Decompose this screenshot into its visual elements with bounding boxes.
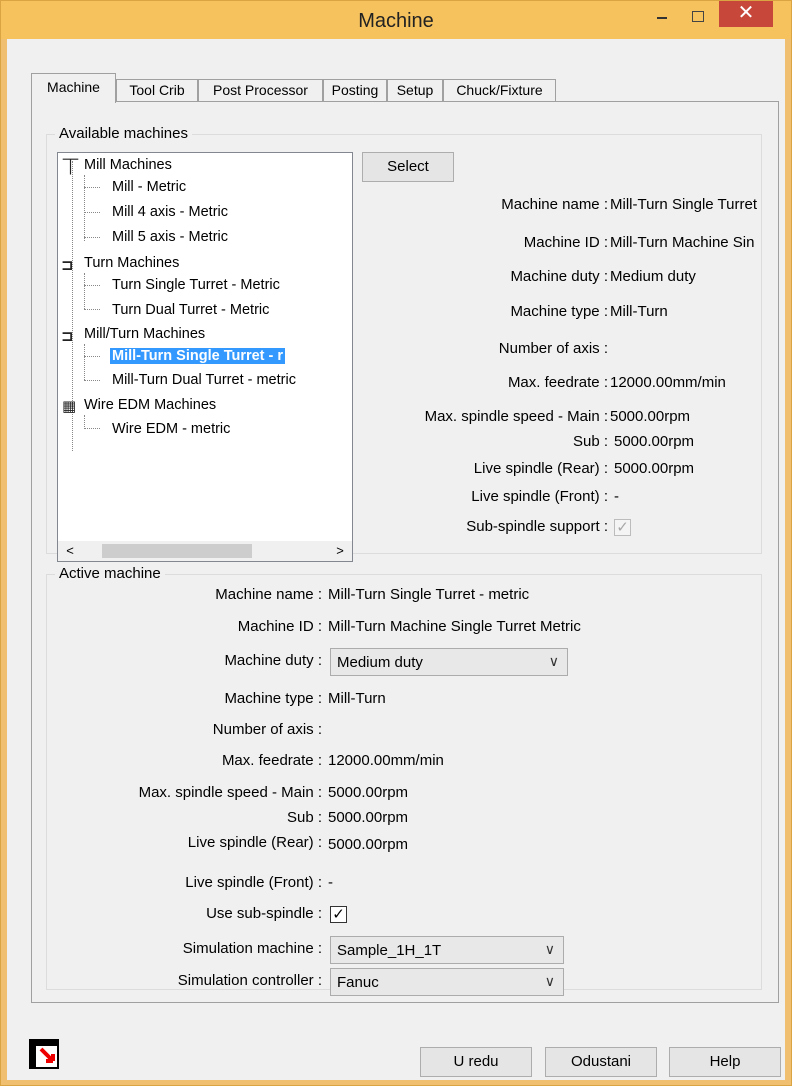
active-machine-name-key: Machine name : (215, 586, 322, 603)
avail-machine-type-key: Machine type : (510, 303, 608, 320)
scroll-left-icon[interactable]: < (60, 541, 80, 561)
active-machine-type-key: Machine type : (224, 690, 322, 707)
chevron-down-icon: ∨ (544, 941, 555, 957)
avail-spindle-main-value: 5000.00rpm (610, 408, 691, 425)
maximize-button[interactable] (685, 7, 711, 33)
tree-item[interactable]: Wire EDM - metric (112, 421, 230, 437)
sim-controller-key: Simulation controller : (177, 972, 322, 989)
avail-machine-id-key: Machine ID : (523, 234, 608, 251)
machine-settings-icon[interactable] (29, 1039, 59, 1069)
use-sub-spindle-key: Use sub-spindle : (206, 905, 322, 922)
active-live-rear-value: 5000.00rpm (328, 836, 409, 853)
active-live-front-key: Live spindle (Front) : (185, 874, 322, 891)
avail-machine-name-key: Machine name : (501, 196, 608, 213)
tree-item[interactable]: Turn Single Turret - Metric (112, 277, 280, 293)
select-button[interactable]: Select (362, 152, 454, 182)
sim-machine-key: Simulation machine : (182, 940, 322, 957)
help-button[interactable]: Help (669, 1047, 781, 1077)
avail-spindle-main-key: Max. spindle speed - Main : (424, 408, 608, 425)
active-spindle-main-value: 5000.00rpm (328, 784, 409, 801)
title-bar[interactable]: Machine ✕ (1, 1, 791, 39)
mill-machine-icon: ⏉ (63, 159, 79, 176)
tree-item[interactable]: Turn Dual Turret - Metric (112, 302, 269, 318)
chevron-down-icon: ∨ (548, 653, 559, 669)
available-machines-label: Available machines (55, 125, 192, 142)
turn-machine-icon: ⊐ (61, 257, 74, 274)
avail-spindle-sub-value: 5000.00rpm (614, 433, 695, 450)
avail-machine-id-value: Mill-Turn Machine Sin (610, 234, 755, 251)
avail-sub-support-key: Sub-spindle support : (466, 518, 608, 535)
tree-item-selected[interactable]: Mill-Turn Single Turret - r (110, 348, 286, 364)
machine-dialog: Machine ✕ Machine Tool Crib Post Process… (0, 0, 792, 1086)
sub-spindle-support-checkbox: ✓ (614, 519, 631, 536)
tree-group-millturn[interactable]: Mill/Turn Machines (84, 326, 205, 342)
use-sub-spindle-checkbox[interactable]: ✓ (330, 906, 347, 923)
active-live-front-value: - (328, 874, 333, 891)
tab-chuck-fixture[interactable]: Chuck/Fixture (443, 79, 556, 103)
active-machine-id-value: Mill-Turn Machine Single Turret Metric (328, 618, 581, 635)
minimize-icon (657, 17, 667, 19)
tree-item[interactable]: Mill - Metric (112, 179, 186, 195)
avail-machine-duty-key: Machine duty : (510, 268, 608, 285)
tree-item[interactable]: Mill-Turn Dual Turret - metric (112, 372, 296, 388)
tree-horizontal-scrollbar[interactable]: < > (58, 541, 352, 561)
minimize-button[interactable] (649, 7, 675, 33)
active-max-feedrate-key: Max. feedrate : (221, 752, 322, 769)
simulation-machine-dropdown[interactable]: Sample_1H_1T ∨ (330, 936, 564, 964)
active-live-rear-key: Live spindle (Rear) : (187, 834, 322, 851)
avail-max-feedrate-value: 12000.00mm/min (610, 374, 726, 391)
active-max-feedrate-value: 12000.00mm/min (328, 752, 444, 769)
tab-posting[interactable]: Posting (323, 79, 387, 103)
maximize-icon (692, 11, 704, 22)
avail-machine-duty-value: Medium duty (610, 268, 696, 285)
machine-duty-dropdown[interactable]: Medium duty ∨ (330, 648, 568, 676)
active-num-axis-key: Number of axis : (212, 721, 322, 738)
active-machine-id-key: Machine ID : (237, 618, 322, 635)
tree-group-wire-edm[interactable]: Wire EDM Machines (84, 397, 216, 413)
tree-item[interactable]: Mill 5 axis - Metric (112, 229, 228, 245)
active-spindle-sub-value: 5000.00rpm (328, 809, 409, 826)
wire-edm-machine-icon: ▦ (62, 398, 77, 415)
avail-machine-name-value: Mill-Turn Single Turret (610, 196, 757, 213)
chevron-down-icon: ∨ (544, 973, 555, 989)
tab-machine[interactable]: Machine (31, 73, 116, 103)
avail-machine-type-value: Mill-Turn (610, 303, 668, 320)
active-machine-duty-key: Machine duty : (224, 652, 322, 669)
avail-live-front-key: Live spindle (Front) : (471, 488, 608, 505)
scroll-right-icon[interactable]: > (330, 541, 350, 561)
tab-setup[interactable]: Setup (387, 79, 443, 103)
dialog-client: Machine Tool Crib Post Processor Posting… (7, 39, 785, 1080)
tree-group-mill[interactable]: Mill Machines (84, 157, 172, 173)
active-machine-label: Active machine (55, 565, 165, 582)
machine-tree[interactable]: ⏉ Mill Machines Mill - Metric Mill 4 axi… (57, 152, 353, 562)
tree-group-turn[interactable]: Turn Machines (84, 255, 179, 271)
active-machine-type-value: Mill-Turn (328, 690, 386, 707)
avail-live-rear-value: 5000.00rpm (614, 460, 695, 477)
avail-spindle-sub-key: Sub : (572, 433, 608, 450)
active-spindle-sub-key: Sub : (286, 809, 322, 826)
tab-panel: Available machines ⏉ Mill Machines Mill … (31, 101, 779, 1003)
avail-num-axis-key: Number of axis : (498, 340, 608, 357)
close-icon: ✕ (737, 2, 755, 24)
avail-max-feedrate-key: Max. feedrate : (507, 374, 608, 391)
millturn-machine-icon: ⊐ (61, 328, 74, 345)
active-machine-name-value: Mill-Turn Single Turret - metric (328, 586, 530, 603)
close-button[interactable]: ✕ (719, 1, 773, 27)
simulation-controller-dropdown[interactable]: Fanuc ∨ (330, 968, 564, 996)
active-spindle-main-key: Max. spindle speed - Main : (138, 784, 322, 801)
tab-post-processor[interactable]: Post Processor (198, 79, 323, 103)
scroll-thumb[interactable] (102, 544, 252, 558)
avail-live-front-value: - (614, 488, 619, 505)
tab-tool-crib[interactable]: Tool Crib (116, 79, 198, 103)
cancel-button[interactable]: Odustani (545, 1047, 657, 1077)
tree-item[interactable]: Mill 4 axis - Metric (112, 204, 228, 220)
ok-button[interactable]: U redu (420, 1047, 532, 1077)
avail-live-rear-key: Live spindle (Rear) : (473, 460, 608, 477)
active-machine-group: Active machine (46, 565, 762, 990)
